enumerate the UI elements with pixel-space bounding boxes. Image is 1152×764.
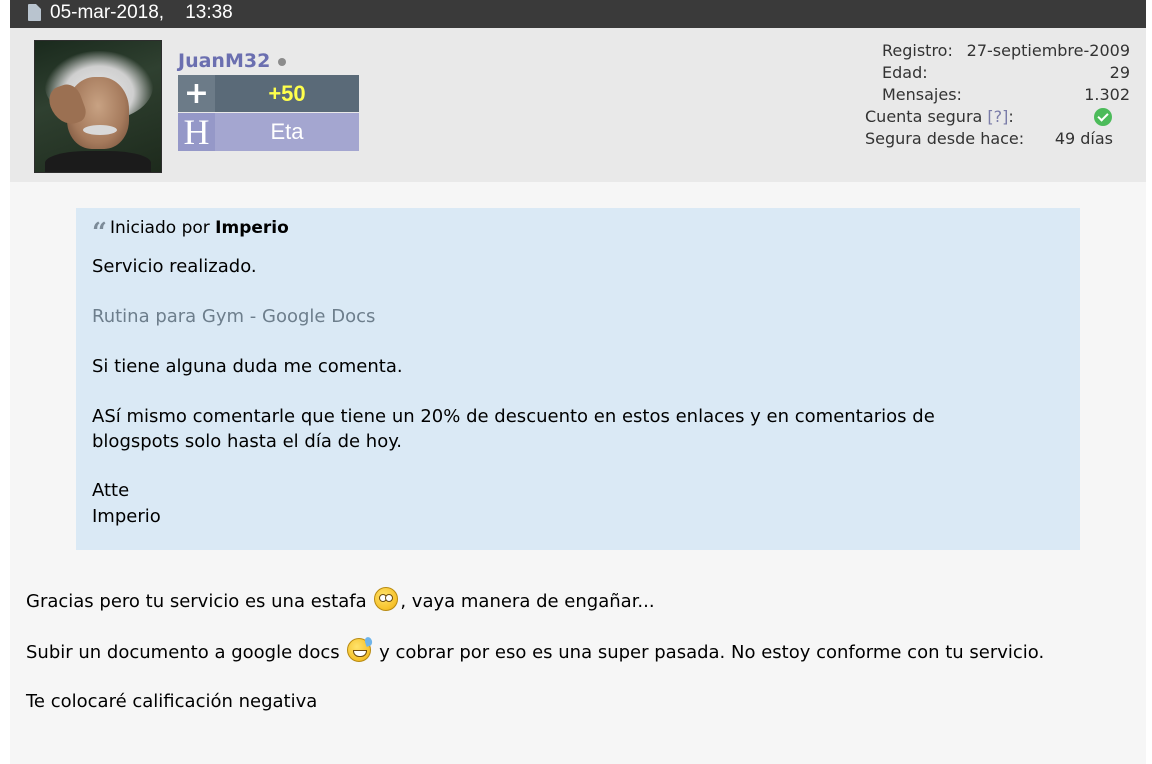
registro-label: Registro: [882, 41, 953, 60]
user-stats: Registro: 27-septiembre-2009 Edad: 29 Me… [10, 28, 1146, 182]
post-date: 05-mar-2018, 13:38 [50, 0, 233, 26]
user-info-panel: JuanM32 + +50 H Eta Registro: 27-septiem… [10, 28, 1146, 182]
segura-desde-value: 49 días [1054, 129, 1113, 148]
post-time: 13:38 [185, 2, 233, 23]
cuenta-segura-label: Cuenta segura [?]: [865, 106, 1014, 128]
reply-text: , vaya manera de engañar... [400, 591, 655, 612]
cuenta-segura-colon: : [1008, 107, 1014, 126]
quote-link[interactable]: Rutina para Gym - Google Docs [92, 304, 375, 330]
registro-value: 27-septiembre-2009 [966, 41, 1130, 60]
reply-text: Gracias pero tu servicio es una estafa [26, 591, 367, 612]
quote-block: “Iniciado por Imperio Servicio realizado… [76, 208, 1080, 550]
document-icon [28, 4, 41, 21]
reply-text: Subir un documento a google docs [26, 642, 340, 663]
quote-line: blogspots solo hasta el día de hoy. [92, 431, 403, 452]
quote-line: Imperio [92, 506, 161, 527]
post-date-value: 05-mar-2018, [50, 2, 165, 23]
quote-line: Servicio realizado. [92, 256, 257, 277]
post-date-bar: 05-mar-2018, 13:38 [10, 0, 1146, 28]
edad-label: Edad: [882, 63, 928, 82]
quote-line: Si tiene alguna duda me comenta. [92, 356, 403, 377]
quote-line: ASí mismo comentarle que tiene un 20% de… [92, 406, 935, 427]
check-icon [1094, 108, 1112, 126]
quote-line: Atte [92, 480, 130, 501]
reply-line: Gracias pero tu servicio es una estafa ,… [26, 587, 655, 615]
quote-icon: “ [92, 218, 107, 248]
edad-value: 29 [1109, 63, 1130, 82]
post-body: “Iniciado por Imperio Servicio realizado… [10, 182, 1146, 764]
reply-line: Subir un documento a google docs y cobra… [26, 638, 1044, 666]
quote-header: “Iniciado por Imperio [92, 218, 289, 248]
help-link[interactable]: [?] [987, 107, 1008, 126]
segura-desde-label: Segura desde hace: [865, 129, 1025, 148]
flushed-emoji-icon [374, 587, 399, 611]
reply-text: y cobrar por eso es una super pasada. No… [373, 642, 1045, 663]
cuenta-segura-text: Cuenta segura [865, 107, 983, 126]
quote-author[interactable]: Imperio [215, 218, 289, 238]
mensajes-label: Mensajes: [882, 85, 962, 104]
reply-line: Te colocaré calificación negativa [26, 691, 318, 712]
quote-prefix: Iniciado por [109, 218, 210, 238]
mensajes-value: 1.302 [1084, 85, 1130, 104]
sweat-smile-emoji-icon [347, 638, 372, 662]
